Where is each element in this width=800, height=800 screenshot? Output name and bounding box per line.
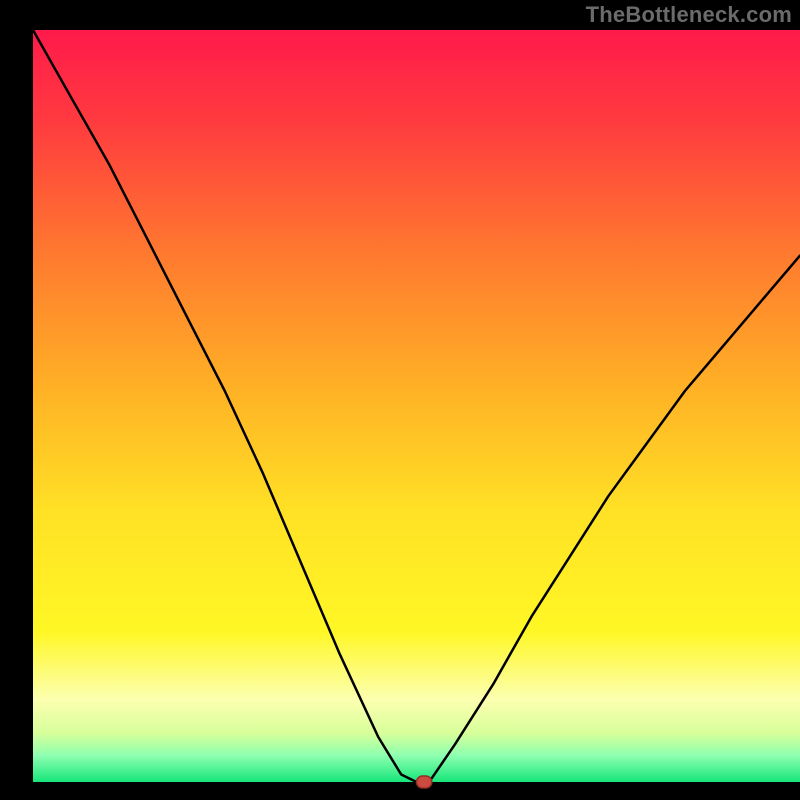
chart-container: TheBottleneck.com — [0, 0, 800, 800]
bottleneck-chart — [0, 0, 800, 800]
plot-area — [33, 30, 800, 782]
watermark-text: TheBottleneck.com — [586, 2, 792, 28]
min-marker — [417, 776, 432, 788]
